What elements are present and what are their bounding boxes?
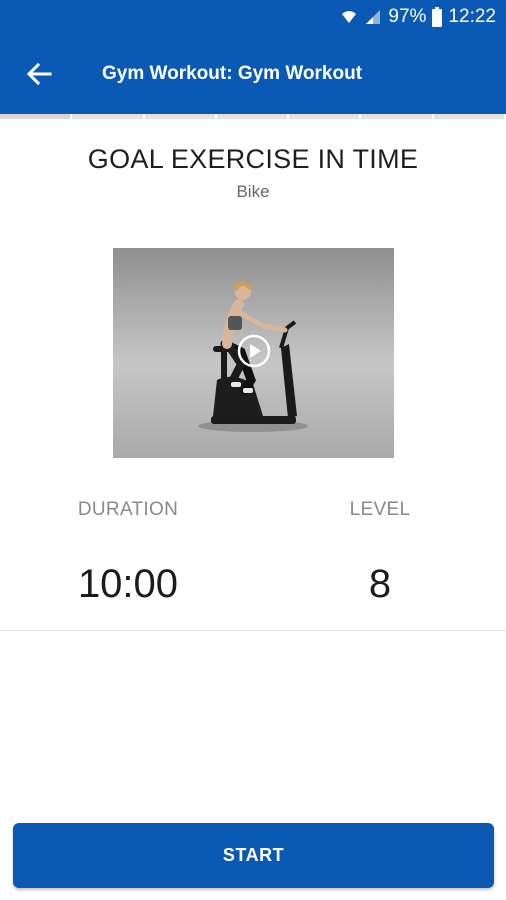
start-button[interactable]: START xyxy=(13,823,494,888)
exercise-video-thumbnail[interactable] xyxy=(113,248,394,458)
exercise-goal-title: GOAL EXERCISE IN TIME xyxy=(87,144,419,174)
progress-segment xyxy=(433,114,506,119)
wifi-icon xyxy=(342,11,357,23)
battery-percent: 97% xyxy=(388,6,427,27)
status-bar: 97% 12:22 xyxy=(0,0,506,34)
duration-value: 10:00 xyxy=(77,562,179,606)
play-icon[interactable] xyxy=(237,334,271,368)
exercise-name: Bike xyxy=(236,182,270,201)
progress-segment xyxy=(361,114,434,119)
progress-segment xyxy=(0,114,73,119)
clock: 12:22 xyxy=(448,6,496,27)
signal-icon xyxy=(366,10,381,24)
page-title: Gym Workout: Gym Workout xyxy=(102,63,363,84)
app-bar: Gym Workout: Gym Workout xyxy=(0,34,506,114)
workout-screen: 97% 12:22 Gym Workout: Gym Workout GOAL … xyxy=(0,0,506,900)
workout-progress-segments xyxy=(0,114,506,119)
level-label: LEVEL xyxy=(349,499,411,520)
duration-label: DURATION xyxy=(77,499,179,520)
status-icons: 97% 12:22 xyxy=(340,0,496,34)
arrow-left-icon xyxy=(26,62,52,86)
back-button[interactable] xyxy=(16,54,62,94)
battery-icon xyxy=(432,7,443,27)
progress-segment xyxy=(289,114,362,119)
progress-segment xyxy=(72,114,145,119)
progress-segment xyxy=(144,114,217,119)
level-value: 8 xyxy=(368,562,392,606)
divider xyxy=(0,630,506,631)
progress-segment xyxy=(216,114,290,119)
